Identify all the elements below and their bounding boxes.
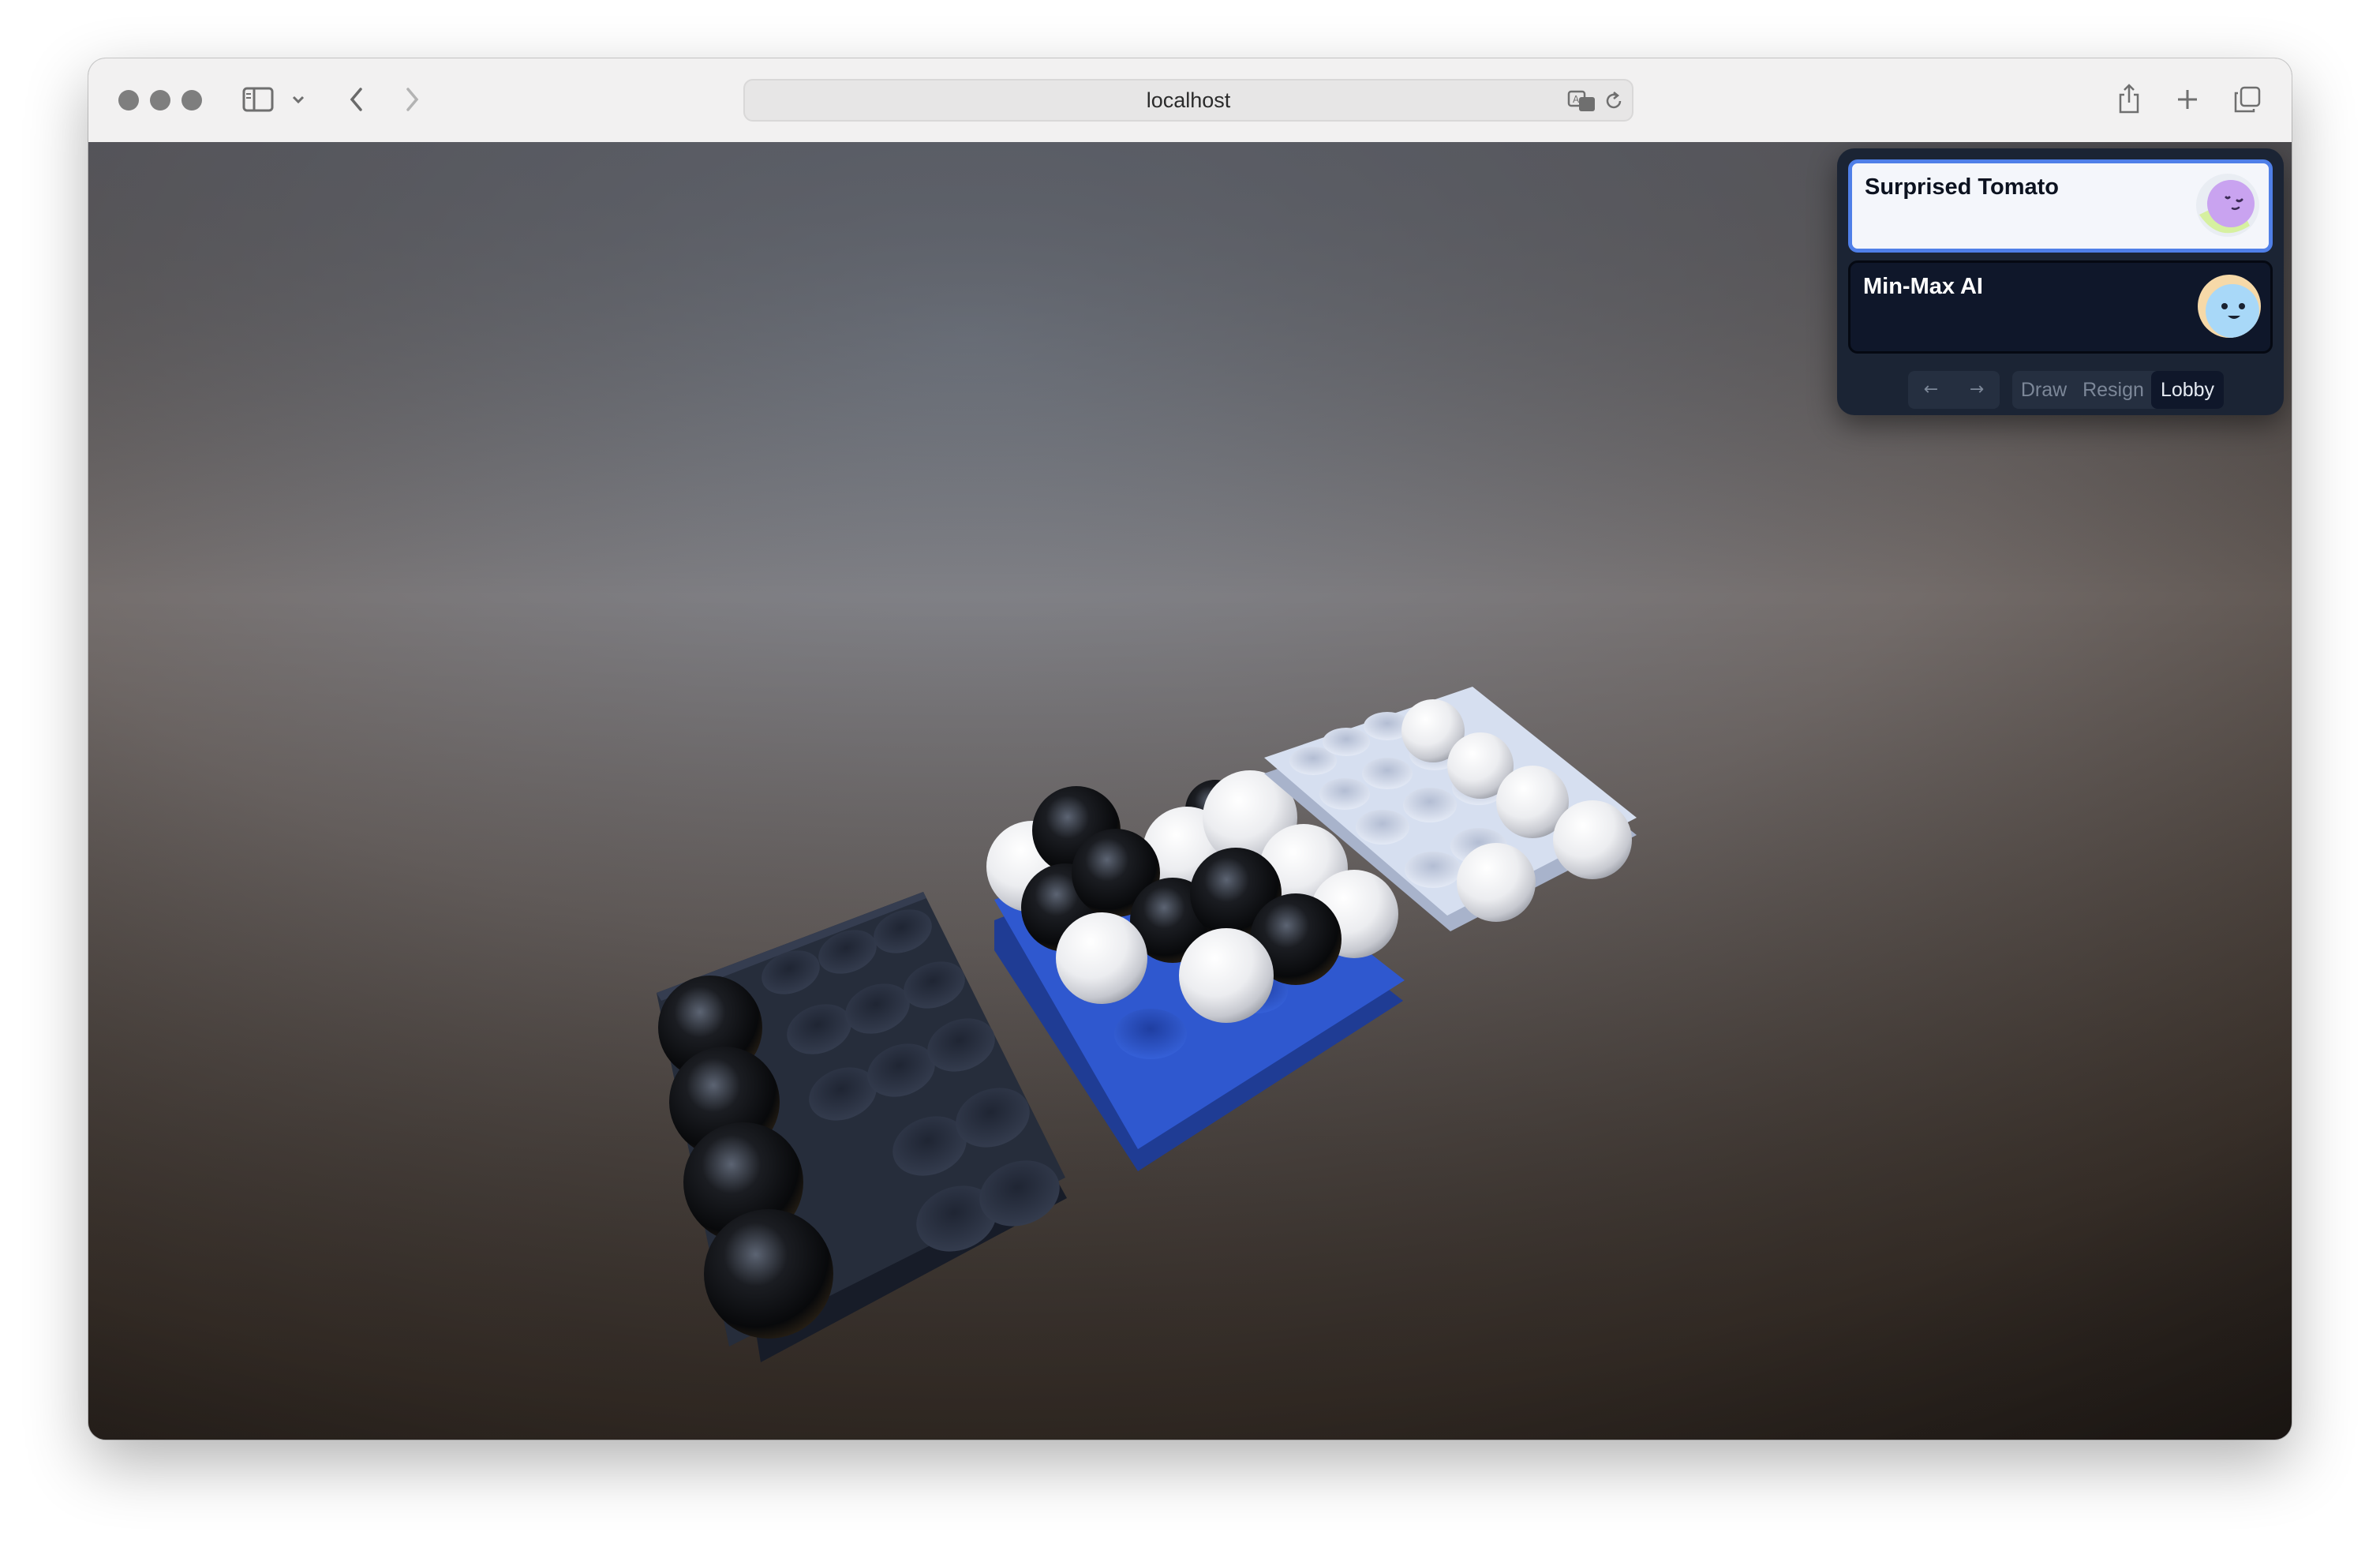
tabs-overview-icon[interactable] xyxy=(2232,84,2263,115)
player-name: Surprised Tomato xyxy=(1865,174,2059,200)
game-panel: Surprised Tomato Min-Max AI ← → Draw Res… xyxy=(1837,148,2284,415)
translate-icon[interactable]: A xyxy=(1567,88,1597,114)
browser-toolbar: localhost A xyxy=(88,58,2292,144)
back-icon[interactable] xyxy=(342,84,371,115)
sidebar-icon[interactable] xyxy=(241,84,275,115)
draw-button[interactable]: Draw xyxy=(2012,371,2075,409)
forward-icon[interactable] xyxy=(398,84,426,115)
browser-window: localhost A Surprised Tomato Min-Max AI … xyxy=(88,58,2292,1440)
minimize-window-button[interactable] xyxy=(150,90,170,110)
game-viewport[interactable]: Surprised Tomato Min-Max AI ← → Draw Res… xyxy=(88,142,2292,1440)
previous-move-button[interactable]: ← xyxy=(1908,371,1954,409)
player-avatar xyxy=(2198,275,2261,338)
player-name: Min-Max AI xyxy=(1863,274,1983,299)
close-window-button[interactable] xyxy=(118,90,139,110)
chevron-down-icon[interactable] xyxy=(289,90,308,109)
next-move-button[interactable]: → xyxy=(1954,371,2000,409)
share-icon[interactable] xyxy=(2115,81,2143,117)
address-bar[interactable]: localhost A xyxy=(743,79,1633,122)
player-card-min-max-ai: Min-Max AI xyxy=(1848,260,2273,354)
svg-text:A: A xyxy=(1573,94,1580,105)
history-navigation: ← → xyxy=(1908,371,2000,409)
zoom-window-button[interactable] xyxy=(181,90,202,110)
new-tab-icon[interactable] xyxy=(2173,84,2202,115)
game-actions: Draw Resign Lobby xyxy=(2012,371,2224,409)
game-controls: ← → Draw Resign Lobby xyxy=(1908,371,2224,409)
resign-button[interactable]: Resign xyxy=(2075,371,2151,409)
reload-icon[interactable] xyxy=(1602,88,1626,114)
player-avatar xyxy=(2196,174,2259,237)
lobby-button[interactable]: Lobby xyxy=(2151,371,2224,409)
url-text: localhost xyxy=(1146,88,1231,112)
player-card-surprised-tomato: Surprised Tomato xyxy=(1848,159,2273,253)
